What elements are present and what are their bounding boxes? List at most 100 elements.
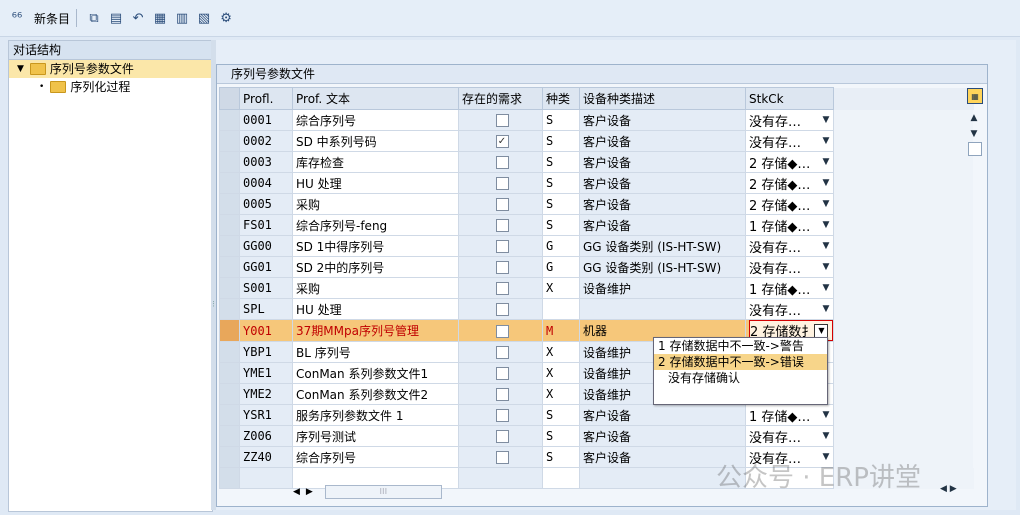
table-row[interactable]: GG00 SD 1中得序列号 G GG 设备类别 (IS-HT-SW) 没有存… ▼: [219, 235, 974, 257]
req-checkbox[interactable]: [495, 388, 509, 401]
row-selector[interactable]: [219, 130, 240, 152]
dropdown-arrow-icon[interactable]: ▼: [822, 410, 829, 420]
text-cell[interactable]: 37期MMpa序列号管理: [292, 319, 459, 342]
vertical-scrollbar[interactable]: ▦ ▲ ▼: [967, 88, 983, 471]
col-header-cat[interactable]: 种类: [542, 87, 580, 110]
req-cell[interactable]: [458, 193, 543, 215]
dropdown-arrow-icon[interactable]: ▼: [822, 431, 829, 441]
req-checkbox[interactable]: ✓: [495, 135, 509, 148]
row-selector[interactable]: [219, 404, 240, 426]
dropdown-arrow-icon[interactable]: ▼: [822, 220, 829, 230]
dropdown-arrow-icon[interactable]: ▼: [822, 157, 829, 167]
cat-cell[interactable]: S: [542, 446, 580, 468]
stkck-cell[interactable]: 2 存储◆… ▼: [744, 151, 835, 173]
cat-cell[interactable]: S: [542, 193, 580, 215]
stkck-cell[interactable]: 没有存… ▼: [744, 130, 835, 152]
cat-cell[interactable]: [542, 298, 580, 320]
stkck-cell[interactable]: 1 存储◆… ▼: [744, 277, 835, 299]
cat-cell[interactable]: S: [542, 404, 580, 426]
stkck-cell[interactable]: 没有存… ▼: [744, 235, 835, 257]
req-cell[interactable]: [458, 298, 543, 320]
text-cell[interactable]: 综合序列号-feng: [292, 214, 459, 236]
row-selector[interactable]: [219, 109, 240, 131]
h-scroll-thumb[interactable]: ⁝⁝⁝: [324, 485, 442, 499]
delete-icon[interactable]: ▤: [107, 9, 125, 27]
row-selector[interactable]: [219, 383, 240, 405]
col-header-stkck[interactable]: StkCk: [744, 87, 835, 110]
row-selector[interactable]: [219, 319, 240, 342]
scroll-thumb[interactable]: [968, 142, 982, 156]
req-cell[interactable]: [458, 404, 543, 426]
req-cell[interactable]: [458, 446, 543, 468]
scroll-left-icon[interactable]: ◀: [293, 487, 300, 497]
scroll-down-icon[interactable]: ▼: [967, 126, 981, 142]
dropdown-open-icon[interactable]: ▼: [814, 323, 829, 338]
table-row[interactable]: YME2 ConMan 系列参数文件2 X 设备维护: [219, 383, 974, 405]
dropdown-arrow-icon[interactable]: ▼: [822, 262, 829, 272]
req-cell[interactable]: ✓: [458, 130, 543, 152]
req-checkbox[interactable]: [495, 324, 509, 338]
row-selector[interactable]: [219, 362, 240, 384]
dropdown-arrow-icon[interactable]: ▼: [822, 304, 829, 314]
cat-cell[interactable]: S: [542, 172, 580, 194]
cat-cell[interactable]: X: [542, 277, 580, 299]
row-selector[interactable]: [219, 214, 240, 236]
row-selector[interactable]: [219, 172, 240, 194]
table-row[interactable]: 0005 采购 S 客户设备 2 存储◆… ▼: [219, 193, 974, 215]
expand-arrow-icon[interactable]: ▼: [17, 60, 24, 78]
req-cell[interactable]: [458, 277, 543, 299]
select-all-cell[interactable]: [219, 87, 240, 110]
req-cell[interactable]: [458, 256, 543, 278]
table-row[interactable]: YME1 ConMan 系列参数文件1 X 设备维护: [219, 362, 974, 384]
dropdown-option[interactable]: 1 存储数据中不一致->警告: [654, 338, 827, 354]
text-cell[interactable]: BL 序列号: [292, 341, 459, 363]
row-selector[interactable]: [219, 298, 240, 320]
text-cell[interactable]: SD 2中的序列号: [292, 256, 459, 278]
table-row[interactable]: 0003 库存检查 S 客户设备 2 存储◆… ▼: [219, 151, 974, 173]
row-selector[interactable]: [219, 446, 240, 468]
req-cell[interactable]: [458, 151, 543, 173]
req-cell[interactable]: [458, 109, 543, 131]
cat-cell[interactable]: S: [542, 151, 580, 173]
table-row[interactable]: GG01 SD 2中的序列号 G GG 设备类别 (IS-HT-SW) 没有存… ▼: [219, 256, 974, 278]
req-checkbox[interactable]: [495, 430, 509, 443]
table-row[interactable]: 0004 HU 处理 S 客户设备 2 存储◆… ▼: [219, 172, 974, 194]
dropdown-arrow-icon[interactable]: ▼: [822, 283, 829, 293]
dropdown-arrow-icon[interactable]: ▼: [822, 178, 829, 188]
req-checkbox[interactable]: [495, 409, 509, 422]
req-checkbox[interactable]: [495, 367, 509, 380]
scroll-up-icon[interactable]: ▲: [967, 110, 981, 126]
col-header-profl[interactable]: Profl.: [239, 87, 293, 110]
table-row[interactable]: S001 采购 X 设备维护 1 存储◆… ▼: [219, 277, 974, 299]
cat-cell[interactable]: S: [542, 214, 580, 236]
text-cell[interactable]: HU 处理: [292, 172, 459, 194]
undo-icon[interactable]: ↶: [129, 9, 147, 27]
row-selector[interactable]: [219, 341, 240, 363]
stkck-cell[interactable]: 没有存… ▼: [744, 256, 835, 278]
text-cell[interactable]: SD 1中得序列号: [292, 235, 459, 257]
config-icon[interactable]: ⚙: [217, 9, 235, 27]
select-block-icon[interactable]: ▥: [173, 9, 191, 27]
dropdown-arrow-icon[interactable]: ▼: [822, 136, 829, 146]
row-selector[interactable]: [219, 277, 240, 299]
dropdown-arrow-icon[interactable]: ▼: [822, 115, 829, 125]
req-checkbox[interactable]: [495, 261, 509, 274]
dropdown-arrow-icon[interactable]: ▼: [822, 199, 829, 209]
cat-cell[interactable]: X: [542, 383, 580, 405]
cat-cell[interactable]: X: [542, 362, 580, 384]
req-checkbox[interactable]: [495, 282, 509, 295]
table-settings-icon[interactable]: ▦: [967, 88, 983, 104]
cat-cell[interactable]: G: [542, 235, 580, 257]
req-cell[interactable]: [458, 362, 543, 384]
req-checkbox[interactable]: [495, 156, 509, 169]
req-cell[interactable]: [458, 214, 543, 236]
row-selector[interactable]: [219, 425, 240, 447]
req-cell[interactable]: [458, 235, 543, 257]
req-cell[interactable]: [458, 383, 543, 405]
req-cell[interactable]: [458, 341, 543, 363]
scroll-right-icon[interactable]: ▶: [306, 487, 313, 497]
cat-cell[interactable]: S: [542, 425, 580, 447]
row-selector[interactable]: [219, 235, 240, 257]
req-checkbox[interactable]: [495, 240, 509, 253]
stkck-cell[interactable]: 没有存… ▼: [744, 298, 835, 320]
